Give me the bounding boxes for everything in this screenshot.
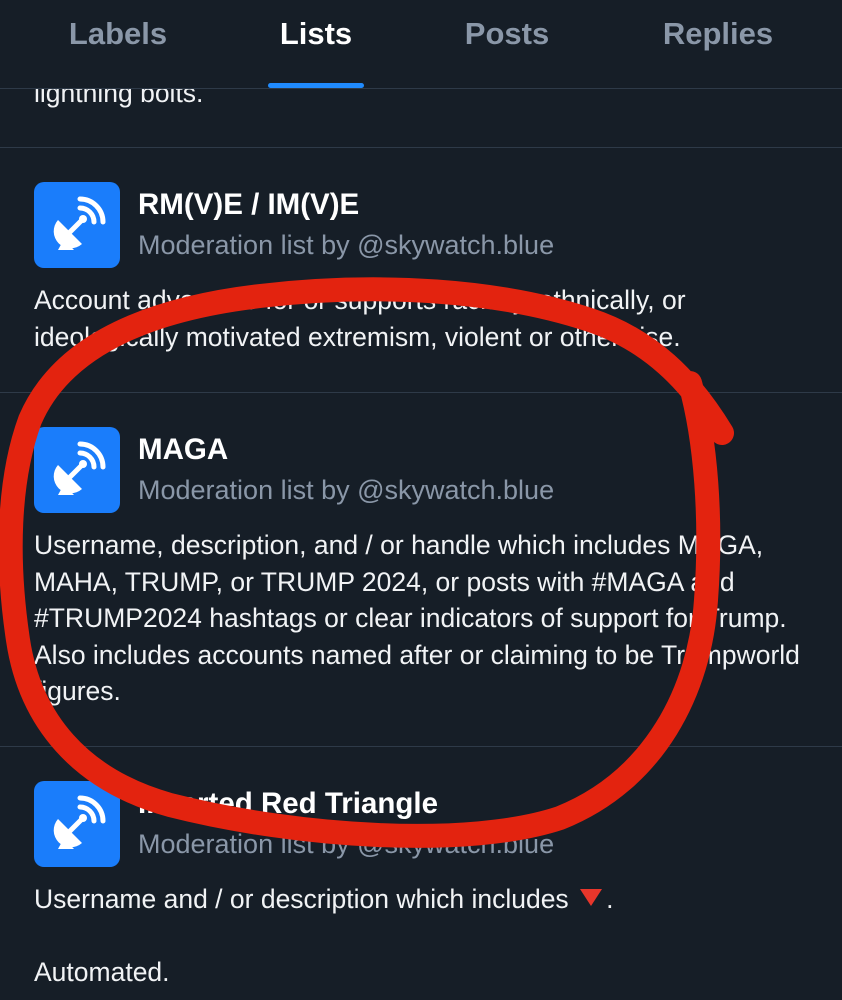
lists-feed[interactable]: lightning bolts. RM(V)E / IM(V)E Moderat… <box>0 89 842 1000</box>
satellite-dish-icon <box>53 795 106 849</box>
list-description: Username, description, and / or handle w… <box>34 530 800 706</box>
list-description: Username and / or description which incl… <box>0 881 842 918</box>
list-avatar[interactable] <box>34 182 120 268</box>
tab-replies[interactable]: Replies <box>640 16 796 88</box>
active-tab-indicator <box>268 83 364 88</box>
list-description-note: Automated. <box>34 956 170 987</box>
profile-lists-screen: Labels Lists Posts Replies lightning bol… <box>0 0 842 1000</box>
tab-labels-label: Labels <box>68 16 168 51</box>
tab-posts-label: Posts <box>464 16 550 51</box>
list-description: Account advocates for or supports racial… <box>34 285 686 352</box>
list-name: MAGA <box>138 433 229 466</box>
list-description-text: Username and / or description which incl… <box>34 884 569 914</box>
tab-replies-label: Replies <box>662 16 774 51</box>
satellite-dish-icon <box>53 441 106 495</box>
list-avatar[interactable] <box>34 427 120 513</box>
tab-labels[interactable]: Labels <box>44 16 192 88</box>
list-item[interactable]: Inverted Red Triangle Moderation list by… <box>0 747 842 1000</box>
list-item[interactable]: MAGA Moderation list by @skywatch.blue U… <box>0 393 842 747</box>
tab-posts[interactable]: Posts <box>445 16 569 88</box>
previous-list-description: lightning bolts. <box>34 89 204 108</box>
list-byline: Moderation list by @skywatch.blue <box>138 475 555 505</box>
tab-lists[interactable]: Lists <box>268 16 364 88</box>
satellite-dish-icon <box>53 196 106 250</box>
profile-tab-bar: Labels Lists Posts Replies <box>0 0 842 89</box>
tab-lists-label: Lists <box>279 16 353 51</box>
previous-list-item-tail[interactable]: lightning bolts. <box>0 89 842 148</box>
list-byline: Moderation list by @skywatch.blue <box>138 230 555 260</box>
list-byline: Moderation list by @skywatch.blue <box>138 829 555 859</box>
list-avatar[interactable] <box>34 781 120 867</box>
list-item[interactable]: RM(V)E / IM(V)E Moderation list by @skyw… <box>0 148 842 393</box>
list-name: RM(V)E / IM(V)E <box>138 188 360 221</box>
list-description-suffix: . <box>606 884 614 914</box>
red-triangle-down-icon <box>580 889 603 906</box>
list-name: Inverted Red Triangle <box>138 787 438 820</box>
